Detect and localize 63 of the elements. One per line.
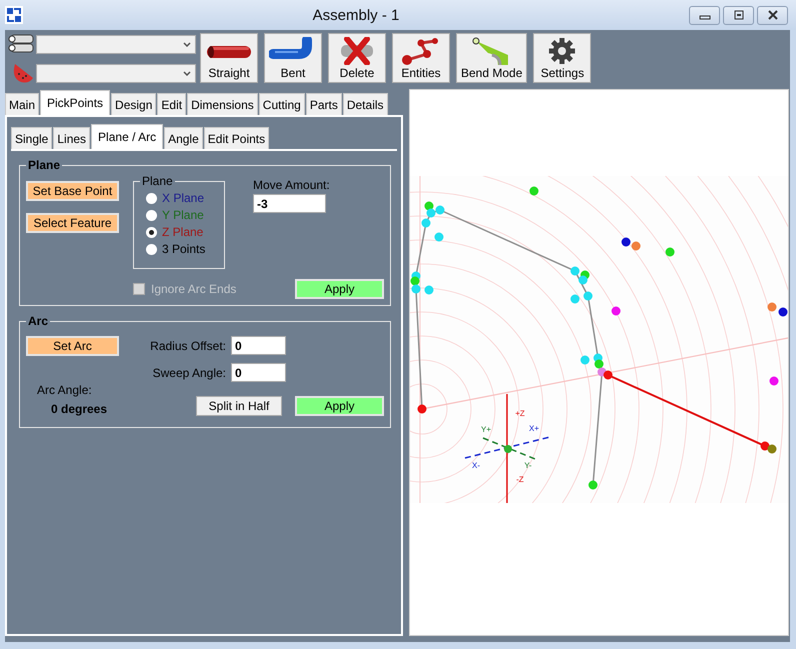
- axis-label: Y-: [524, 461, 532, 470]
- toolbar-button[interactable]: Bent: [264, 33, 322, 83]
- radio-label: 3 Points: [162, 242, 206, 256]
- tab[interactable]: Dimensions: [187, 93, 258, 115]
- tab[interactable]: Details: [342, 93, 388, 115]
- axis-label: X+: [529, 424, 539, 433]
- checkbox-label: Ignore Arc Ends: [151, 282, 236, 296]
- input-field[interactable]: 0: [231, 363, 286, 382]
- tab[interactable]: Main: [5, 93, 40, 115]
- window-title: Assembly - 1: [312, 6, 400, 24]
- toolbar-button[interactable]: Settings: [533, 33, 592, 83]
- field-label: Move Amount:: [253, 178, 331, 192]
- tab[interactable]: Edit Points: [204, 127, 270, 149]
- tab[interactable]: Edit: [157, 93, 186, 115]
- radio-label: Z Plane: [162, 225, 204, 239]
- axis-label: -Z: [516, 475, 524, 484]
- toolbar-button[interactable]: Entities: [392, 33, 450, 83]
- radio-label: X Plane: [162, 191, 204, 205]
- group-title: Plane: [26, 158, 62, 172]
- field-label: Sweep Angle:: [152, 366, 226, 380]
- arc-angle-value: 0 degrees: [50, 402, 108, 416]
- app-logo-icon: [5, 6, 23, 24]
- tab[interactable]: Angle: [164, 127, 203, 149]
- minimize-button[interactable]: [689, 6, 720, 24]
- tab[interactable]: Cutting: [258, 93, 305, 115]
- field-label: Radius Offset:: [150, 338, 226, 352]
- action-button[interactable]: Select Feature: [26, 213, 119, 233]
- toolbar-button[interactable]: Straight: [200, 33, 258, 83]
- close-icon: [766, 10, 778, 20]
- radio-label: Y Plane: [162, 208, 204, 222]
- apply-button[interactable]: Apply: [295, 279, 384, 299]
- toolbar-button[interactable]: Bend Mode: [456, 33, 528, 83]
- dropdown[interactable]: [36, 64, 196, 82]
- axis-label: +Z: [515, 409, 525, 418]
- input-field[interactable]: -3: [253, 194, 326, 213]
- tab[interactable]: Plane / Arc: [91, 124, 164, 149]
- tubes-icon: [7, 33, 35, 55]
- apply-button[interactable]: Apply: [295, 396, 384, 416]
- tab[interactable]: Single: [11, 127, 52, 149]
- input-field[interactable]: 0: [231, 336, 286, 355]
- action-button[interactable]: Set Base Point: [26, 181, 119, 201]
- group-title: Plane: [140, 174, 175, 188]
- axis-label: X-: [472, 461, 480, 470]
- maximize-icon: [732, 10, 744, 20]
- tab[interactable]: Design: [111, 93, 156, 115]
- close-button[interactable]: [757, 6, 788, 24]
- tab[interactable]: Lines: [53, 127, 90, 149]
- maximize-button[interactable]: [723, 6, 754, 24]
- action-button[interactable]: Set Arc: [26, 336, 119, 356]
- tab[interactable]: PickPoints: [40, 90, 110, 115]
- radio-button[interactable]: [146, 244, 157, 254]
- arc-angle-label: Arc Angle:: [37, 383, 93, 397]
- tab[interactable]: Parts: [306, 93, 342, 115]
- split-button[interactable]: Split in Half: [196, 396, 282, 416]
- axis-label: Y+: [481, 425, 491, 434]
- group-title: Arc: [26, 314, 50, 328]
- chevron-down-icon: [183, 42, 191, 46]
- dropdown[interactable]: [36, 34, 196, 54]
- chevron-down-icon: [183, 70, 191, 76]
- toolbar-button[interactable]: Delete: [328, 33, 386, 83]
- radio-button[interactable]: [146, 226, 157, 238]
- radio-button[interactable]: [146, 192, 157, 204]
- radio-button[interactable]: [146, 210, 157, 220]
